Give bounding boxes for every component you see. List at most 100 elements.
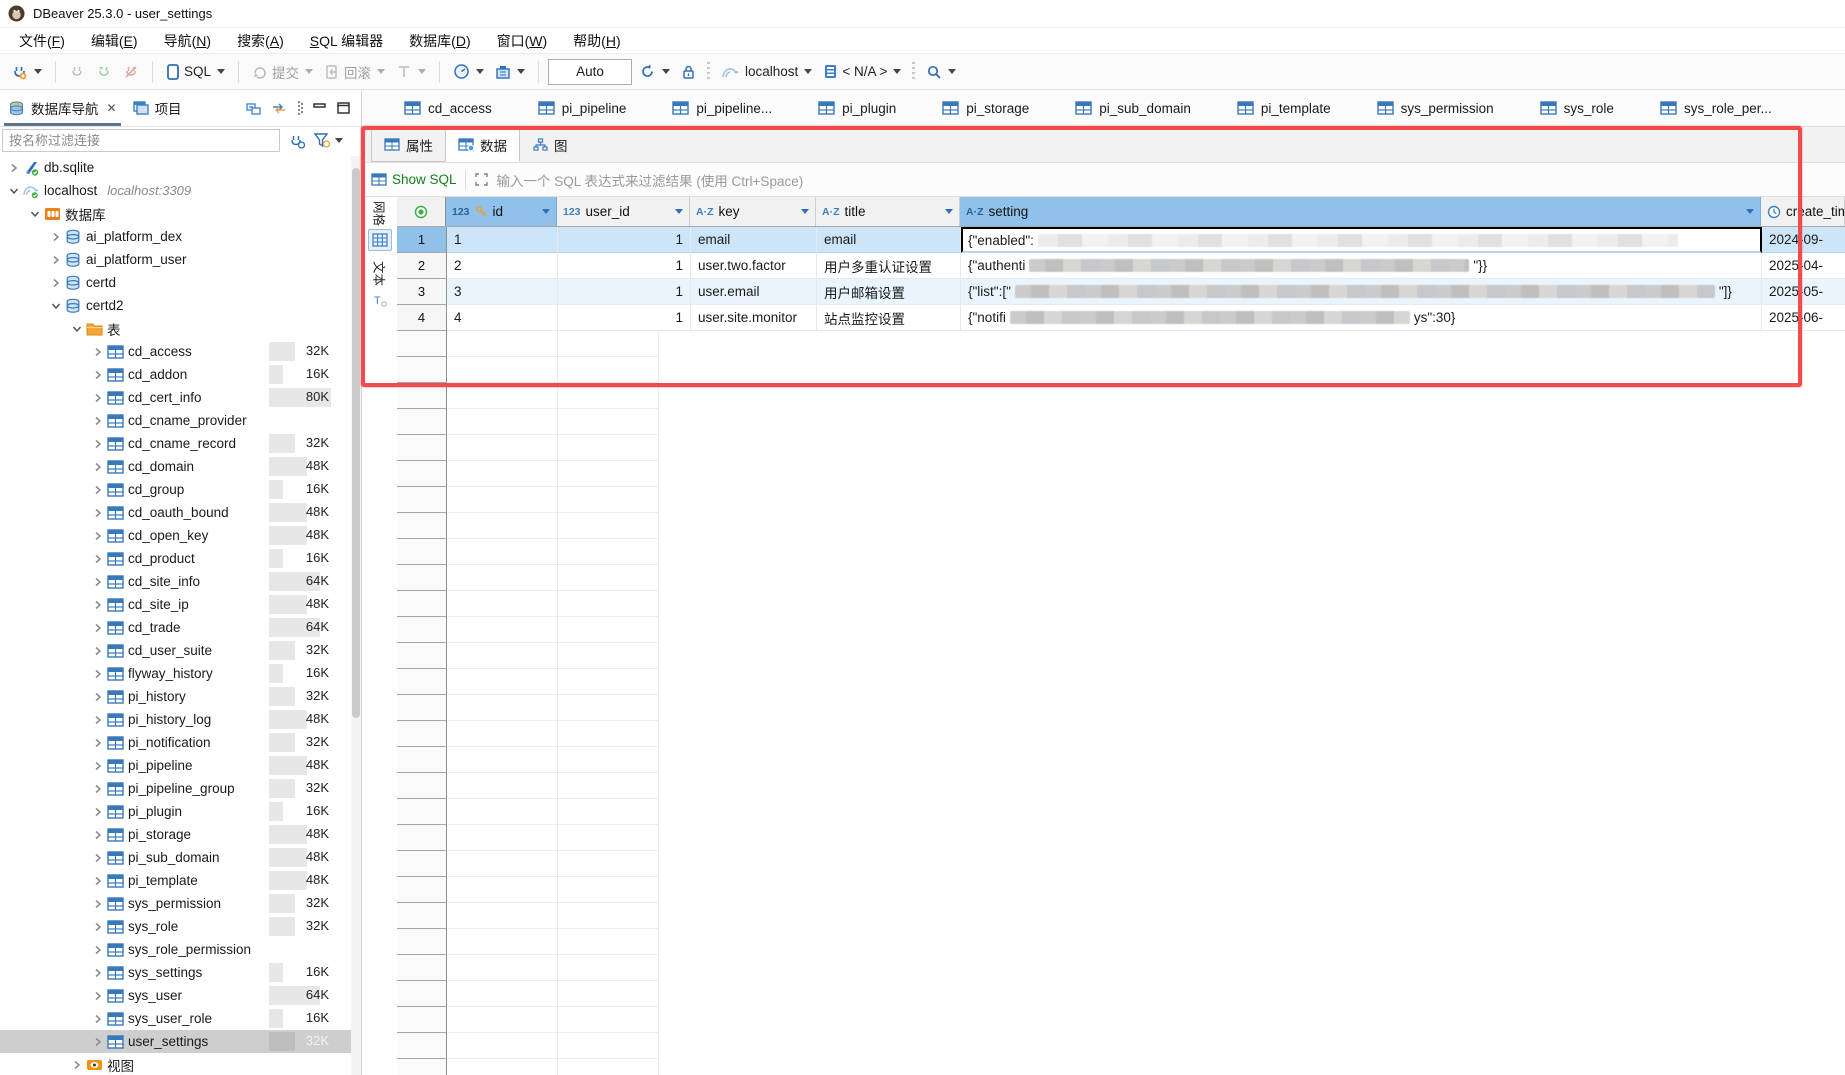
column-filter-caret[interactable] [675, 209, 683, 214]
result-filter-placeholder[interactable]: 输入一个 SQL 表达式来过滤结果 (使用 Ctrl+Space) [497, 170, 804, 190]
empty-row-header[interactable] [397, 513, 447, 539]
cell-id[interactable]: 2 [447, 253, 558, 279]
commit-button[interactable]: 提交 [248, 59, 317, 85]
editor-tab-cd_access[interactable]: cd_access [381, 90, 515, 126]
row-number[interactable]: 2 [397, 253, 447, 279]
tree-item-sys_permission[interactable]: sys_permission32K [0, 892, 361, 915]
empty-row-header[interactable] [397, 461, 447, 487]
row-number[interactable]: 3 [397, 279, 447, 305]
tree-item-cd_addon[interactable]: cd_addon16K [0, 363, 361, 386]
tab-projects[interactable]: 项目 [125, 90, 190, 126]
tree-item--[interactable]: 视图 [0, 1053, 361, 1075]
chevron-right-icon[interactable] [90, 827, 106, 843]
chevron-right-icon[interactable] [90, 965, 106, 981]
empty-row-header[interactable] [397, 799, 447, 825]
tab-properties[interactable]: 属性 [371, 127, 445, 162]
column-header-key[interactable]: A·Zkey [690, 197, 816, 226]
tab-diagram[interactable]: 图 [520, 127, 581, 162]
view-menu-icon[interactable] [297, 100, 303, 116]
chevron-right-icon[interactable] [90, 896, 106, 912]
tree-item-pi_template[interactable]: pi_template48K [0, 869, 361, 892]
chevron-right-icon[interactable] [48, 275, 64, 291]
cell-user-id[interactable]: 1 [558, 279, 691, 305]
cell-user-id[interactable]: 1 [558, 305, 691, 331]
chevron-right-icon[interactable] [90, 643, 106, 659]
transaction-log-button[interactable] [392, 61, 430, 83]
tree-item-cd_oauth_bound[interactable]: cd_oauth_bound48K [0, 501, 361, 524]
tree-item-cd_user_suite[interactable]: cd_user_suite32K [0, 639, 361, 662]
cell-create-time[interactable]: 2025-06- [1762, 305, 1845, 331]
chevron-right-icon[interactable] [48, 229, 64, 245]
sidebar-scrollbar[interactable] [351, 156, 361, 1075]
empty-row-header[interactable] [397, 487, 447, 513]
chevron-right-icon[interactable] [48, 252, 64, 268]
tree-item-db-sqlite[interactable]: db.sqlite [0, 156, 361, 179]
chevron-right-icon[interactable] [90, 781, 106, 797]
chevron-right-icon[interactable] [90, 574, 106, 590]
chevron-right-icon[interactable] [90, 390, 106, 406]
tree-item-pi_storage[interactable]: pi_storage48K [0, 823, 361, 846]
chevron-right-icon[interactable] [90, 942, 106, 958]
chevron-right-icon[interactable] [90, 367, 106, 383]
cell-setting[interactable]: {"list":[""]} [961, 279, 1762, 305]
column-filter-caret[interactable] [542, 209, 550, 214]
empty-row-header[interactable] [397, 565, 447, 591]
empty-row-header[interactable] [397, 643, 447, 669]
tree-item-ai_platform_dex[interactable]: ai_platform_dex [0, 225, 361, 248]
tree-item-sys_settings[interactable]: sys_settings16K [0, 961, 361, 984]
chevron-right-icon[interactable] [69, 1057, 85, 1073]
tab-database-navigator[interactable]: 数据库导航 ✕ [0, 90, 125, 126]
chevron-right-icon[interactable] [90, 758, 106, 774]
cell-key[interactable]: user.email [691, 279, 817, 305]
maximize-panel-icon[interactable] [337, 102, 351, 114]
tree-item-cd_cname_record[interactable]: cd_cname_record32K [0, 432, 361, 455]
connection-selector[interactable]: localhost [717, 61, 816, 83]
lock-button[interactable] [677, 61, 700, 83]
empty-row-header[interactable] [397, 409, 447, 435]
select-all-cell[interactable] [397, 197, 446, 226]
tree-item-pi_pipeline_group[interactable]: pi_pipeline_group32K [0, 777, 361, 800]
empty-row-header[interactable] [397, 435, 447, 461]
cell-setting[interactable]: {"authenti"}} [961, 253, 1762, 279]
empty-row-header[interactable] [397, 747, 447, 773]
tree-item-cd_access[interactable]: cd_access32K [0, 340, 361, 363]
chevron-right-icon[interactable] [90, 712, 106, 728]
tree-item--[interactable]: 数据库 [0, 202, 361, 225]
chevron-right-icon[interactable] [90, 1034, 106, 1050]
scrollbar-thumb[interactable] [352, 168, 360, 718]
column-header-setting[interactable]: A·Zsetting [960, 197, 1761, 226]
cell-key[interactable]: email [691, 227, 817, 253]
tree-item-cd_open_key[interactable]: cd_open_key48K [0, 524, 361, 547]
editor-tab-pi_plugin[interactable]: pi_plugin [795, 90, 919, 126]
chevron-right-icon[interactable] [90, 413, 106, 429]
editor-tab-pi_template[interactable]: pi_template [1214, 90, 1354, 126]
empty-row-header[interactable] [397, 1059, 447, 1075]
presentation-tab-text[interactable]: 文本 T [368, 261, 392, 311]
tree-item-certd2[interactable]: certd2 [0, 294, 361, 317]
editor-tab-pi_pipeline[interactable]: pi_pipeline [515, 90, 650, 126]
editor-tab-sys_role_per-[interactable]: sys_role_per... [1637, 90, 1795, 126]
editor-tab-pi_storage[interactable]: pi_storage [919, 90, 1052, 126]
menu-item[interactable]: 导航(N) [151, 28, 224, 53]
new-connection-button[interactable] [6, 60, 46, 84]
empty-row-header[interactable] [397, 357, 447, 383]
tasks-button[interactable] [491, 61, 529, 83]
tree-item-certd[interactable]: certd [0, 271, 361, 294]
cell-create-time[interactable]: 2025-04- [1762, 253, 1845, 279]
chevron-right-icon[interactable] [90, 988, 106, 1004]
chevron-down-icon[interactable] [69, 321, 85, 337]
close-tab-icon[interactable]: ✕ [107, 101, 117, 115]
tree-item--[interactable]: 表 [0, 317, 361, 340]
editor-tab-pi_pipeline-[interactable]: pi_pipeline... [649, 90, 795, 126]
menu-item[interactable]: 窗口(W) [484, 28, 561, 53]
menu-item[interactable]: SQL 编辑器 [297, 28, 396, 53]
tree-item-cd_site_ip[interactable]: cd_site_ip48K [0, 593, 361, 616]
refresh-button[interactable] [635, 60, 674, 83]
empty-row-header[interactable] [397, 877, 447, 903]
connected-filter-icon[interactable] [288, 133, 306, 149]
chevron-down-icon[interactable] [27, 206, 43, 222]
empty-row-header[interactable] [397, 825, 447, 851]
empty-row-header[interactable] [397, 383, 447, 409]
show-sql-button[interactable]: Show SQL [371, 172, 457, 187]
chevron-right-icon[interactable] [90, 689, 106, 705]
